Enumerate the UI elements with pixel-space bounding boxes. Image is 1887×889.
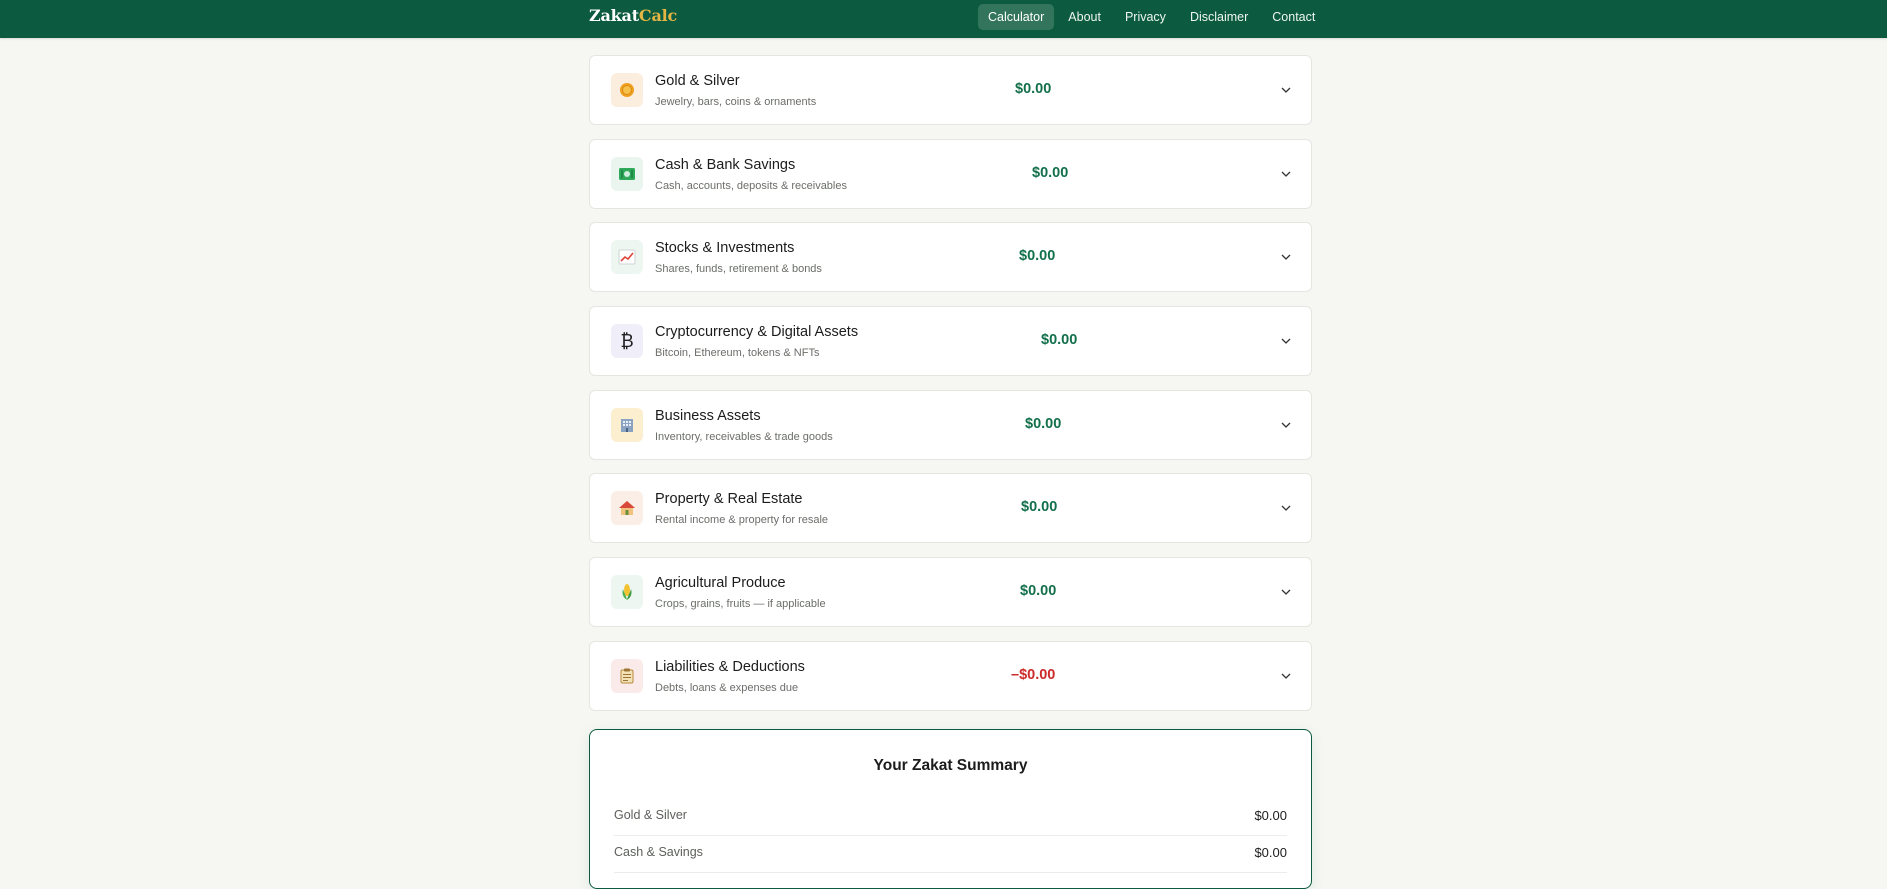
summary-row-value: $0.00 (1254, 845, 1287, 860)
category-amount: $0.00 (1041, 332, 1078, 349)
nav-calculator[interactable]: Calculator (978, 4, 1055, 30)
chevron-down-icon[interactable] (1276, 331, 1296, 351)
building-icon (611, 407, 643, 442)
coin-icon (611, 73, 643, 107)
chevron-down-icon[interactable] (1276, 247, 1296, 267)
category-card-business[interactable]: Business Assets Inventory, receivables &… (589, 389, 1312, 460)
brand-logo-part1: Zakat (589, 6, 639, 25)
category-list: Gold & Silver Jewelry, bars, coins & orn… (589, 55, 1312, 725)
summary-row: Gold & Silver $0.00 (614, 799, 1287, 836)
category-card-gold-silver[interactable]: Gold & Silver Jewelry, bars, coins & orn… (589, 55, 1312, 125)
zakat-summary-card: Your Zakat Summary Gold & Silver $0.00 C… (589, 729, 1312, 889)
house-icon (611, 491, 643, 526)
summary-row-label: Gold & Silver (614, 808, 687, 822)
nav-about[interactable]: About (1058, 4, 1111, 30)
banknote-icon (611, 156, 643, 191)
category-title: Property & Real Estate (655, 491, 803, 508)
chevron-down-icon[interactable] (1276, 164, 1296, 184)
category-title: Stocks & Investments (655, 240, 795, 257)
nav-privacy[interactable]: Privacy (1115, 4, 1176, 30)
category-subtitle: Bitcoin, Ethereum, tokens & NFTs (655, 347, 820, 360)
category-card-stocks[interactable]: Stocks & Investments Shares, funds, reti… (589, 222, 1312, 293)
chevron-down-icon[interactable] (1276, 415, 1296, 435)
category-title: Cash & Bank Savings (655, 156, 796, 173)
clipboard-icon (611, 658, 643, 693)
category-card-liabilities[interactable]: Liabilities & Deductions Debts, loans & … (589, 640, 1312, 711)
nav-contact[interactable]: Contact (1262, 4, 1325, 30)
category-card-agriculture[interactable]: Agricultural Produce Crops, grains, frui… (589, 557, 1312, 628)
category-subtitle: Crops, grains, fruits — if applicable (655, 598, 826, 611)
summary-row-value: $0.00 (1254, 808, 1287, 823)
category-title: Liabilities & Deductions (655, 658, 805, 675)
category-amount: $0.00 (1020, 583, 1057, 600)
summary-row: Cash & Savings $0.00 (614, 836, 1287, 873)
main-nav: Calculator About Privacy Disclaimer Cont… (978, 4, 1325, 30)
corn-icon (611, 575, 643, 610)
chevron-down-icon[interactable] (1276, 666, 1296, 686)
category-amount: $0.00 (1021, 499, 1058, 516)
chevron-down-icon[interactable] (1276, 80, 1296, 100)
category-amount: $0.00 (1032, 164, 1069, 181)
chevron-down-icon[interactable] (1276, 498, 1296, 518)
brand-logo[interactable]: ZakatCalc (589, 6, 677, 25)
summary-row-label: Cash & Savings (614, 845, 703, 859)
category-amount: $0.00 (1015, 81, 1052, 97)
chevron-down-icon[interactable] (1276, 582, 1296, 602)
category-title: Business Assets (655, 407, 761, 424)
category-amount: $0.00 (1019, 248, 1056, 265)
category-title: Agricultural Produce (655, 575, 786, 592)
top-navbar: ZakatCalc Calculator About Privacy Discl… (0, 0, 1887, 38)
category-title: Gold & Silver (655, 73, 740, 89)
category-card-cash-savings[interactable]: Cash & Bank Savings Cash, accounts, depo… (589, 138, 1312, 209)
category-subtitle: Jewelry, bars, coins & ornaments (655, 96, 817, 108)
category-subtitle: Inventory, receivables & trade goods (655, 430, 833, 443)
bitcoin-icon: ₿ (611, 324, 643, 359)
nav-disclaimer[interactable]: Disclaimer (1180, 4, 1258, 30)
category-subtitle: Debts, loans & expenses due (655, 681, 799, 694)
category-subtitle: Shares, funds, retirement & bonds (655, 263, 822, 276)
category-title: Cryptocurrency & Digital Assets (655, 324, 859, 341)
category-amount: –$0.00 (1011, 666, 1056, 683)
category-card-property[interactable]: Property & Real Estate Rental income & p… (589, 473, 1312, 544)
summary-title: Your Zakat Summary (873, 757, 1028, 774)
category-subtitle: Rental income & property for resale (655, 514, 829, 527)
chart-up-icon (611, 240, 643, 275)
category-card-crypto[interactable]: ₿ Cryptocurrency & Digital Assets Bitcoi… (589, 306, 1312, 377)
category-subtitle: Cash, accounts, deposits & receivables (655, 179, 847, 192)
brand-logo-part2: Calc (638, 6, 678, 25)
category-amount: $0.00 (1025, 415, 1062, 432)
